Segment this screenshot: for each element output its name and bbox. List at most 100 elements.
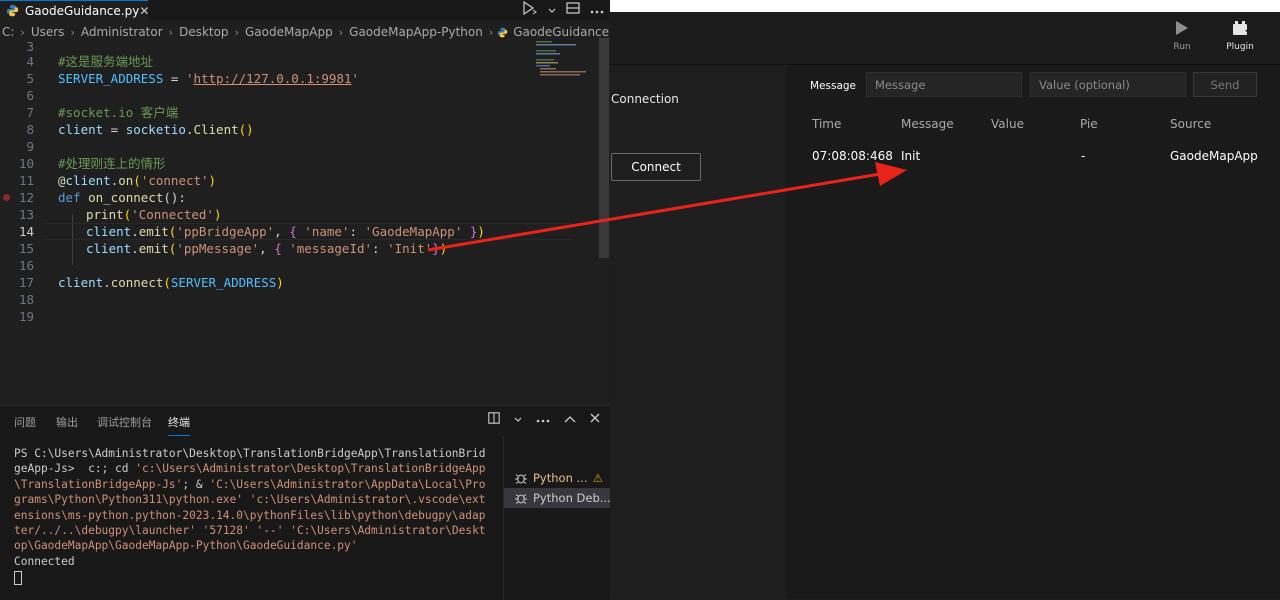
code-line-current: 14 client.emit('ppBridgeApp', { 'name': '…	[0, 223, 598, 240]
breadcrumb-separator-icon: ›	[168, 25, 174, 39]
line-number: 15	[18, 241, 34, 256]
breadcrumb-item[interactable]: GaodeMapApp-Python	[347, 25, 485, 39]
python-file-icon	[6, 4, 19, 18]
split-terminal-icon[interactable]	[488, 412, 500, 428]
message-label: Message	[810, 80, 857, 92]
breadcrumb-item[interactable]: GaodeMapApp	[243, 25, 335, 39]
tab-terminal[interactable]: 终端	[168, 414, 190, 436]
run-debug-icon[interactable]	[522, 0, 538, 19]
code-line: 10 #处理刚连上的情形	[0, 155, 598, 172]
scrollbar-thumb[interactable]	[599, 38, 609, 258]
terminal-output[interactable]: PS C:\Users\Administrator\Desktop\Transl…	[14, 446, 488, 586]
editor-actions	[522, 0, 610, 20]
python-file-icon	[497, 27, 508, 38]
warning-icon: ⚠	[592, 471, 603, 485]
app-toolbar: Run Plugin	[610, 12, 1280, 65]
column-header-source: Source	[1170, 117, 1212, 131]
panel-actions	[488, 412, 600, 428]
cell-message: Init	[901, 149, 921, 163]
terminal-output-line: Connected	[14, 554, 75, 568]
code-text: print('Connected')	[86, 207, 222, 222]
cell-pie: -	[1081, 149, 1086, 163]
chevron-down-icon[interactable]	[514, 412, 522, 428]
code-line: 4 #这是服务端地址	[0, 53, 598, 70]
tab-gaode-guidance[interactable]: GaodeGuidance.py ✕	[0, 0, 149, 20]
minimap[interactable]	[530, 38, 592, 78]
code-line: 13 print('Connected')	[0, 206, 598, 223]
bottom-panel: 问题 输出 调试控制台 终端 PS C:\Users\Administrator…	[0, 405, 611, 600]
bridge-app-window: Run Plugin Connection Connect Message Me…	[610, 0, 1280, 599]
code-line: 19	[0, 308, 598, 325]
code-line: 5 SERVER_ADDRESS = 'http://127.0.0.1:9981…	[0, 70, 598, 87]
line-number: 8	[26, 122, 34, 137]
code-line: 12 def on_connect():	[0, 189, 598, 206]
code-line: 17 client.connect(SERVER_ADDRESS)	[0, 274, 598, 291]
terminal-list: Python ... ⚠ Python Deb...	[503, 436, 611, 600]
send-button[interactable]: Send	[1193, 72, 1257, 97]
run-button[interactable]: Run	[1162, 20, 1202, 52]
breadcrumb-item[interactable]: C:	[0, 25, 16, 39]
line-number: 14	[18, 224, 34, 239]
tab-output[interactable]: 输出	[56, 414, 78, 430]
more-actions-icon[interactable]	[536, 412, 550, 428]
terminal-item-python[interactable]: Python ... ⚠	[504, 468, 611, 488]
tab-debug-console[interactable]: 调试控制台	[97, 414, 152, 430]
line-number: 17	[18, 275, 34, 290]
column-header-time: Time	[812, 117, 842, 131]
code-editor[interactable]: 3 4 #这是服务端地址 5 SERVER_ADDRESS = 'http://12…	[0, 38, 598, 400]
cell-time: 07:08:08:468	[812, 149, 893, 163]
line-number: 5	[26, 71, 34, 86]
close-icon[interactable]: ✕	[139, 4, 149, 18]
code-text: client = socketio.Client()	[58, 122, 254, 137]
line-number: 18	[18, 292, 34, 307]
tab-problems[interactable]: 问题	[14, 414, 36, 430]
breadcrumb-separator-icon: ›	[234, 25, 239, 39]
code-text: SERVER_ADDRESS = 'http://127.0.0.1:9981'	[58, 71, 360, 86]
vscode-window: GaodeGuidance.py ✕ C: › Users › Administ…	[0, 0, 611, 600]
connect-button[interactable]: Connect	[611, 153, 701, 181]
column-header-pie: Pie	[1080, 117, 1098, 131]
maximize-panel-icon[interactable]	[564, 412, 576, 428]
breadcrumb-item[interactable]: Users	[29, 25, 67, 39]
debug-bug-icon	[514, 471, 528, 485]
editor-tab-bar: GaodeGuidance.py ✕	[0, 0, 610, 20]
line-number: 7	[26, 105, 34, 120]
terminal-item-python-debug[interactable]: Python Deb...	[504, 488, 611, 508]
column-header-value: Value	[991, 117, 1024, 131]
line-number: 12	[18, 190, 34, 205]
connection-title: Connection	[611, 92, 679, 106]
code-line: 15 client.emit('ppMessage', { 'messageId'…	[0, 240, 598, 257]
breadcrumb-item[interactable]: Administrator	[79, 25, 165, 39]
code-line: 11 @client.on('connect')	[0, 172, 598, 189]
breadcrumb-separator-icon: ›	[488, 25, 494, 39]
message-input[interactable]: Message	[866, 72, 1022, 97]
line-number: 16	[18, 258, 34, 273]
debug-bug-icon	[514, 491, 528, 505]
play-icon	[1175, 21, 1189, 40]
value-input[interactable]: Value (optional)	[1030, 72, 1186, 97]
cell-source: GaodeMapApp	[1170, 149, 1258, 163]
line-number: 10	[18, 156, 34, 171]
code-comment: #这是服务端地址	[58, 54, 154, 69]
close-panel-icon[interactable]	[590, 412, 600, 428]
breadcrumb-separator-icon: ›	[338, 25, 344, 39]
code-comment: #处理刚连上的情形	[58, 156, 166, 171]
code-line: 7 #socket.io 客户端	[0, 104, 598, 121]
code-url-link[interactable]: http://127.0.0.1:9981	[193, 71, 351, 86]
line-number: 4	[26, 54, 34, 69]
code-line: 6	[0, 87, 598, 104]
breadcrumb-item[interactable]: Desktop	[177, 25, 231, 39]
breadcrumb-separator-icon: ›	[20, 25, 25, 39]
code-text: def on_connect():	[58, 190, 186, 205]
line-number: 19	[18, 309, 34, 324]
breadcrumb-item[interactable]: GaodeGuidance.py	[511, 25, 610, 39]
split-editor-icon[interactable]	[566, 2, 580, 18]
editor-scrollbar[interactable]	[598, 38, 610, 400]
code-line: 18	[0, 291, 598, 308]
chevron-down-icon[interactable]	[548, 3, 556, 18]
more-actions-icon[interactable]	[590, 3, 604, 18]
line-number: 11	[18, 173, 34, 188]
code-text: client.emit('ppBridgeApp', { 'name': 'Ga…	[86, 224, 485, 239]
plugin-button[interactable]: Plugin	[1220, 20, 1260, 52]
line-number: 6	[26, 88, 34, 103]
